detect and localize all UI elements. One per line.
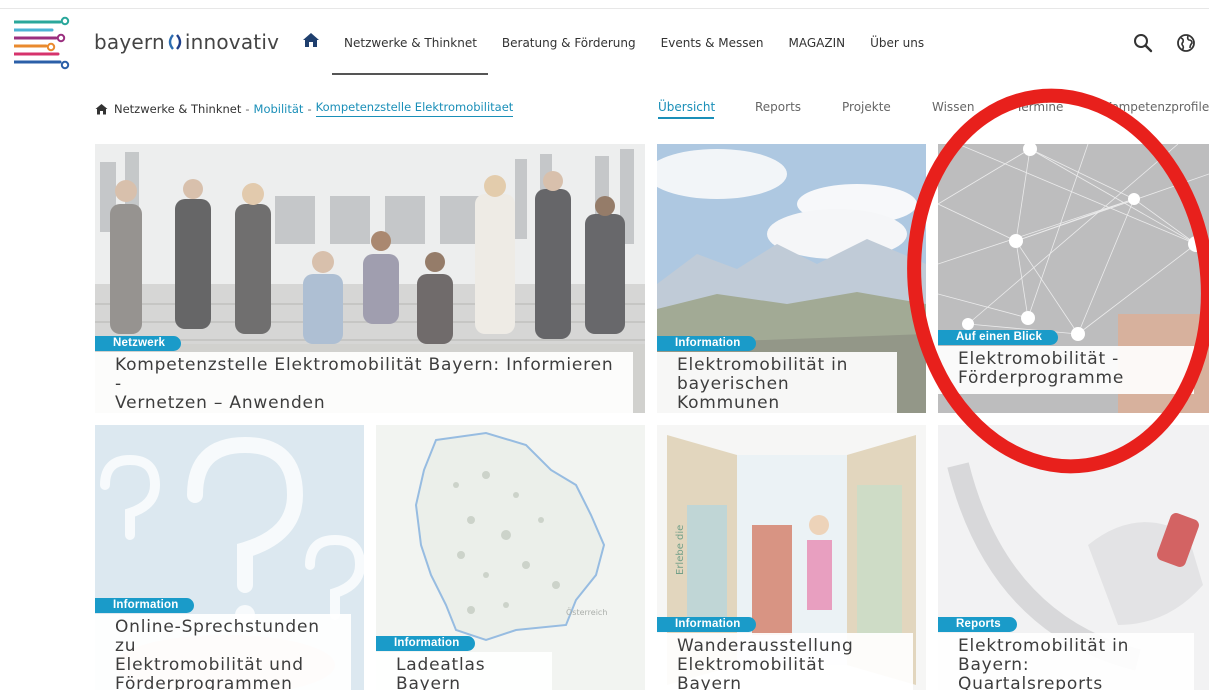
tile-wanderausstellung[interactable]: Erlebe die Information Wanderausstellung…	[657, 425, 926, 690]
bayern-innovativ-logo-icon[interactable]	[14, 16, 74, 72]
tile-title-line: Elektromobilität und	[115, 655, 304, 675]
subnav-reports[interactable]: Reports	[755, 100, 801, 114]
tile-title-line: Elektromobilität -	[958, 349, 1120, 369]
tile-kompetenzstelle[interactable]: Netzwerk Kompetenzstelle Elektromobilitä…	[95, 144, 645, 413]
tile-title-line: bayerischen Kommunen	[677, 374, 790, 413]
search-icon[interactable]	[1133, 33, 1153, 53]
breadcrumb-home-icon[interactable]	[95, 103, 108, 115]
brand-bracket-icon	[168, 34, 182, 50]
brand-right: innovativ	[184, 30, 280, 54]
home-icon[interactable]	[302, 32, 320, 48]
tile-title-line: Wanderausstellung	[677, 636, 854, 656]
tile-online-sprechstunden[interactable]: Information Online-Sprechstunden zu Elek…	[95, 425, 364, 690]
tile-kommunen[interactable]: Information Elektromobilität in bayerisc…	[657, 144, 926, 413]
tile-title-line: Förderprogrammen	[115, 674, 293, 690]
tile-title: Elektromobilität in bayerischen Kommunen	[657, 352, 897, 413]
tile-category-badge: Information	[657, 617, 757, 632]
subnav-kompetenzprofile[interactable]: Kompetenzprofile	[1104, 100, 1209, 114]
tile-title-line: Elektromobilität Bayern	[677, 655, 825, 690]
tile-ladeatlas[interactable]: Österreich Information Ladeatlas Bayern	[376, 425, 645, 690]
tile-title: Online-Sprechstunden zu Elektromobilität…	[95, 614, 351, 690]
tile-title: Ladeatlas Bayern	[376, 652, 552, 690]
breadcrumb: Netzwerke & Thinknet - Mobilität - Kompe…	[95, 100, 514, 117]
tile-foerderprogramme[interactable]: Auf einen Blick Elektromobilität - Förde…	[938, 144, 1209, 413]
nav-magazin[interactable]: MAGAZIN	[788, 36, 845, 50]
subnav-wissen[interactable]: Wissen	[932, 100, 974, 114]
breadcrumb-separator: -	[245, 101, 250, 116]
nav-netzwerke-thinknet[interactable]: Netzwerke & Thinknet	[344, 36, 477, 50]
nav-ueber-uns[interactable]: Über uns	[870, 36, 924, 50]
tile-title: Elektromobilität - Förderprogramme	[938, 346, 1194, 394]
nav-beratung-foerderung[interactable]: Beratung & Förderung	[502, 36, 636, 50]
breadcrumb-separator: -	[307, 101, 312, 116]
site-header: bayern innovativ Netzwerke & Thinknet Ber…	[0, 0, 1209, 80]
main-navigation: Netzwerke & Thinknet Beratung & Förderun…	[344, 36, 949, 50]
tile-category-badge: Information	[95, 598, 195, 613]
tile-title: Wanderausstellung Elektromobilität Bayer…	[657, 633, 913, 690]
globe-icon[interactable]	[1176, 33, 1196, 53]
tile-category-badge: Auf einen Blick	[938, 330, 1059, 345]
tile-title-line: Kompetenzstelle Elektromobilität Bayern:…	[115, 355, 614, 394]
brand-wordmark[interactable]: bayern innovativ	[94, 30, 279, 54]
breadcrumb-current[interactable]: Kompetenzstelle Elektromobilitaet	[315, 100, 514, 117]
tile-title-line: Förderprogramme	[958, 368, 1125, 388]
tile-title-line: Ladeatlas Bayern	[396, 655, 486, 690]
nav-events-messen[interactable]: Events & Messen	[661, 36, 764, 50]
tile-title-line: Online-Sprechstunden zu	[115, 617, 320, 656]
subnav-termine[interactable]: Termine	[1016, 100, 1063, 114]
tile-category-badge: Information	[657, 336, 757, 351]
subnav-projekte[interactable]: Projekte	[842, 100, 891, 114]
tile-title-line: Elektromobilität in	[677, 355, 849, 375]
subnav-uebersicht[interactable]: Übersicht	[658, 100, 715, 114]
breadcrumb-root[interactable]: Netzwerke & Thinknet	[114, 102, 241, 116]
tile-title-line: Vernetzen – Anwenden	[115, 393, 326, 413]
tile-category-badge: Reports	[938, 617, 1017, 632]
tile-title-line: Elektromobilität in	[958, 636, 1130, 656]
tile-title-line: Bayern: Quartalsreports	[958, 655, 1104, 690]
header-top-divider	[0, 8, 1209, 9]
tile-quartalsreports[interactable]: Reports Elektromobilität in Bayern: Quar…	[938, 425, 1209, 690]
breadcrumb-mobilitaet[interactable]: Mobilität	[254, 102, 304, 116]
tile-title: Elektromobilität in Bayern: Quartalsrepo…	[938, 633, 1194, 690]
brand-left: bayern	[94, 30, 165, 54]
subnav-active-indicator	[658, 117, 714, 119]
tile-category-badge: Netzwerk	[95, 336, 182, 351]
tile-title: Kompetenzstelle Elektromobilität Bayern:…	[95, 352, 633, 413]
nav-active-indicator	[332, 73, 488, 75]
tile-category-badge: Information	[376, 636, 476, 651]
